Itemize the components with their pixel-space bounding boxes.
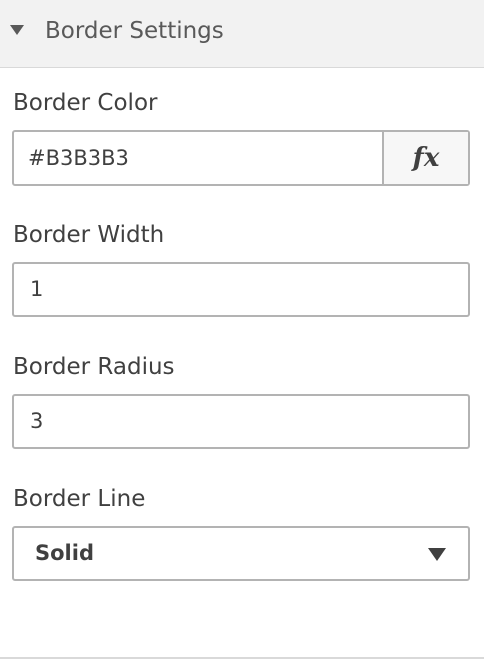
border-color-label: Border Color xyxy=(13,90,158,116)
border-color-field: #B3B3B3 fx xyxy=(12,130,470,186)
border-width-input[interactable]: 1 xyxy=(12,262,470,317)
border-color-input[interactable]: #B3B3B3 xyxy=(14,132,384,184)
border-width-label: Border Width xyxy=(13,222,165,248)
chevron-down-icon xyxy=(428,548,446,561)
border-line-selected-value: Solid xyxy=(35,541,94,565)
section-title: Border Settings xyxy=(45,18,224,44)
border-line-select[interactable]: Solid xyxy=(12,526,470,581)
border-line-label: Border Line xyxy=(13,486,146,512)
fx-expression-button[interactable]: fx xyxy=(384,132,468,184)
border-radius-label: Border Radius xyxy=(13,354,175,380)
caret-down-icon xyxy=(10,25,24,35)
border-settings-header[interactable]: Border Settings xyxy=(0,0,484,68)
fx-icon: fx xyxy=(412,143,440,173)
border-radius-input[interactable]: 3 xyxy=(12,394,470,449)
section-divider xyxy=(0,657,484,659)
